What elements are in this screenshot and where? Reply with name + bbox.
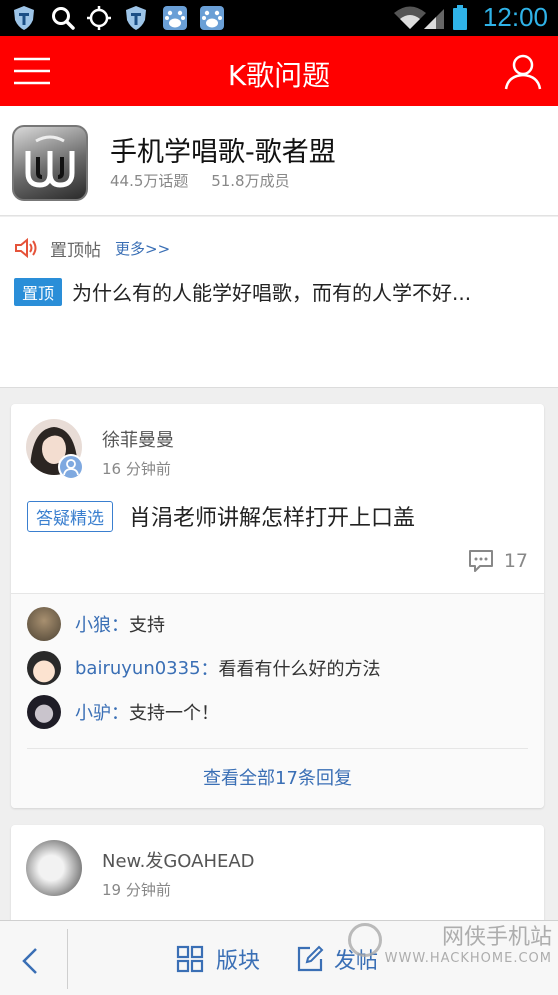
shield-icon bbox=[14, 6, 34, 30]
status-bar: 12:00 bbox=[0, 0, 558, 36]
post-title: 肖涓老师讲解怎样打开上口盖 bbox=[129, 506, 416, 531]
divider bbox=[27, 748, 528, 749]
user-icon[interactable] bbox=[504, 52, 542, 90]
app-bar: K歌问题 bbox=[0, 36, 558, 106]
sections-label: 版块 bbox=[216, 949, 261, 974]
post-title-row[interactable]: 答疑精选 肖涓老师讲解怎样打开上口盖 bbox=[27, 500, 415, 532]
pinned-header: 置顶帖 更多>> bbox=[14, 237, 170, 261]
divider bbox=[67, 929, 68, 989]
battery-icon bbox=[453, 5, 467, 30]
reply-item[interactable]: 小驴 ： 支持一个！ bbox=[27, 695, 219, 729]
author-name[interactable]: 徐菲曼曼 bbox=[102, 426, 174, 452]
back-icon[interactable] bbox=[14, 943, 50, 979]
watermark-logo bbox=[348, 923, 382, 957]
watermark-url: WWW.HACKHOME.COM bbox=[384, 951, 552, 967]
shield-icon bbox=[126, 6, 146, 30]
post-tag: 答疑精选 bbox=[27, 500, 113, 532]
pinned-label: 置顶帖 bbox=[50, 240, 101, 261]
reply-item[interactable]: 小狼 ： 支持 bbox=[27, 607, 165, 641]
pinned-post[interactable]: 置顶 为什么有的人能学好唱歌，而有的人学不好... bbox=[14, 277, 471, 306]
baidu-icon bbox=[200, 6, 224, 30]
crosshair-icon bbox=[87, 6, 111, 30]
more-link[interactable]: 更多>> bbox=[115, 238, 170, 259]
reply-separator: ： bbox=[111, 703, 129, 724]
pinned-tag: 置顶 bbox=[14, 277, 63, 306]
reply-separator: ： bbox=[200, 659, 219, 680]
author-name[interactable]: New.发GOAHEAD bbox=[102, 847, 255, 873]
user-badge-icon bbox=[63, 459, 79, 476]
post-time: 19 分钟前 bbox=[102, 881, 171, 899]
reply-author[interactable]: bairuyun0335 bbox=[75, 658, 201, 679]
comment-icon bbox=[468, 550, 493, 572]
reply-author[interactable]: 小狼 bbox=[75, 611, 111, 637]
reply-text: 看看有什么好的方法 bbox=[218, 659, 381, 680]
bottom-bar: 版块 发帖 网侠手机站 WWW.HACKHOME.COM bbox=[0, 920, 558, 995]
comment-count[interactable]: 17 bbox=[468, 549, 528, 573]
reply-avatar bbox=[27, 651, 61, 685]
topic-count: 44.5万话题 bbox=[110, 172, 189, 190]
clock: 12:00 bbox=[482, 2, 548, 32]
baidu-icon bbox=[163, 6, 187, 30]
page-title: K歌问题 bbox=[227, 59, 331, 92]
reply-item[interactable]: bairuyun0335 ： 看看有什么好的方法 bbox=[27, 651, 381, 685]
group-logo-icon bbox=[25, 135, 75, 188]
signal-icon bbox=[424, 9, 444, 29]
reply-text: 支持一个！ bbox=[129, 703, 219, 724]
watermark: 网侠手机站 WWW.HACKHOME.COM bbox=[385, 925, 552, 967]
post-card[interactable]: 徐菲曼曼 16 分钟前 答疑精选 肖涓老师讲解怎样打开上口盖 17 小狼 ： 支… bbox=[11, 404, 544, 808]
avatar[interactable] bbox=[26, 840, 82, 896]
user-badge bbox=[58, 454, 84, 480]
comment-number: 17 bbox=[503, 550, 528, 572]
pinned-section: 置顶帖 更多>> 置顶 为什么有的人能学好唱歌，而有的人学不好... bbox=[0, 217, 558, 388]
member-count: 51.8万成员 bbox=[211, 172, 290, 190]
group-logo bbox=[12, 125, 88, 201]
reply-separator: ： bbox=[111, 615, 129, 636]
group-stats: 44.5万话题 51.8万成员 bbox=[110, 170, 308, 191]
pinned-title: 为什么有的人能学好唱歌，而有的人学不好... bbox=[72, 281, 472, 305]
group-name: 手机学唱歌-歌者盟 bbox=[110, 137, 336, 168]
grid-icon bbox=[176, 945, 204, 973]
view-all-replies-link[interactable]: 查看全部17条回复 bbox=[11, 764, 544, 790]
post-time: 16 分钟前 bbox=[102, 460, 171, 478]
reply-text: 支持 bbox=[129, 615, 165, 636]
speaker-icon bbox=[15, 237, 37, 259]
reply-avatar bbox=[27, 695, 61, 729]
edit-icon bbox=[297, 945, 324, 972]
sections-button[interactable]: 版块 bbox=[176, 943, 260, 975]
search-icon bbox=[52, 7, 75, 30]
group-header[interactable]: 手机学唱歌-歌者盟 44.5万话题 51.8万成员 bbox=[0, 106, 558, 216]
reply-avatar bbox=[27, 607, 61, 641]
reply-author[interactable]: 小驴 bbox=[75, 699, 111, 725]
watermark-text: 网侠手机站 bbox=[441, 925, 552, 950]
